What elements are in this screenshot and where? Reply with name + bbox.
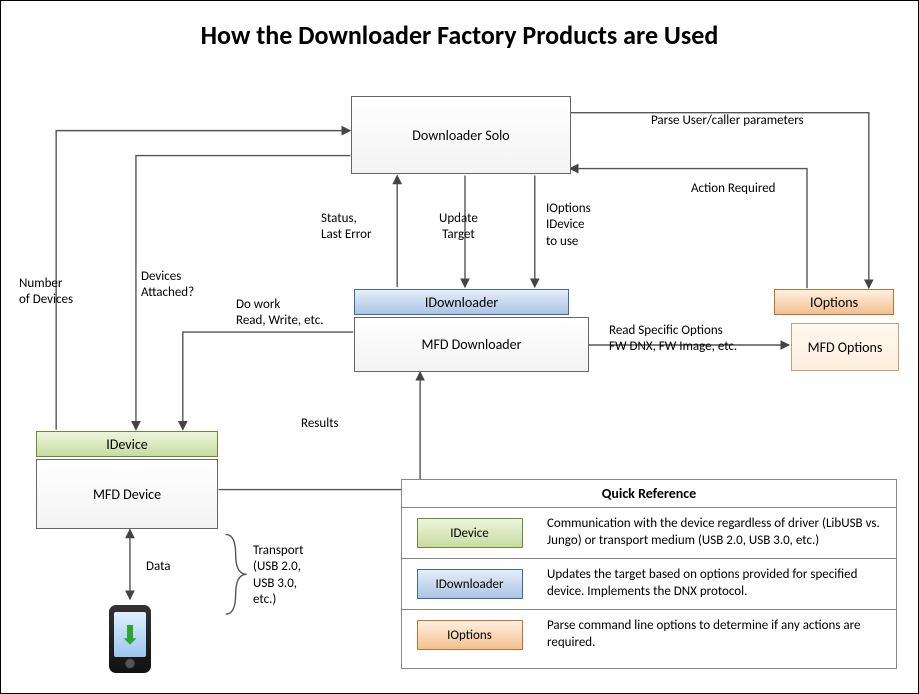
node-ioptions: IOptions <box>774 289 894 315</box>
label-action-required: Action Required <box>691 181 776 197</box>
diagram-page: How the Downloader Factory Products are … <box>0 0 919 694</box>
edge-number-of-devices <box>56 131 350 430</box>
edge-parse-user-caller <box>570 113 869 288</box>
qr-desc-idevice: Communication with the device regardless… <box>537 508 896 558</box>
label-parse-user-caller: Parse User/caller parameters <box>651 113 804 129</box>
qr-desc-idownloader: Updates the target based on options prov… <box>537 559 896 609</box>
label-status-last-error: Status, Last Error <box>321 211 372 244</box>
qr-chip-idevice: IDevice <box>417 518 523 548</box>
quick-reference-panel: Quick Reference IDevice Communication wi… <box>401 479 897 669</box>
quick-reference-row: IDevice Communication with the device re… <box>402 507 896 558</box>
label-data: Data <box>146 559 171 575</box>
transport-brace <box>226 534 247 614</box>
qr-desc-ioptions: Parse command line options to determine … <box>537 610 896 660</box>
quick-reference-title: Quick Reference <box>402 480 896 507</box>
quick-reference-row: IDownloader Updates the target based on … <box>402 558 896 609</box>
label-update-target: Update Target <box>439 211 478 244</box>
label-read-specific-options: Read Specific Options FW DNX, FW Image, … <box>609 323 737 356</box>
label-ioptions-idevice: IOptions IDevice to use <box>546 201 591 250</box>
quick-reference-row: IOptions Parse command line options to d… <box>402 609 896 660</box>
label-number-of-devices: Number of Devices <box>19 276 73 309</box>
node-mfd-options: MFD Options <box>791 323 899 371</box>
node-downloader-solo: Downloader Solo <box>351 96 571 174</box>
label-do-work: Do work Read, Write, etc. <box>236 297 323 330</box>
label-devices-attached: Devices Attached? <box>141 269 194 302</box>
node-idevice: IDevice <box>36 431 218 457</box>
node-mfd-downloader: MFD Downloader <box>354 317 589 372</box>
node-idownloader: IDownloader <box>354 289 569 315</box>
label-results: Results <box>301 416 339 432</box>
qr-chip-idownloader: IDownloader <box>417 569 523 599</box>
phone-icon: ⬇ <box>109 605 151 673</box>
node-mfd-device: MFD Device <box>36 459 218 529</box>
qr-chip-ioptions: IOptions <box>417 620 523 650</box>
download-arrow-icon: ⬇ <box>119 622 141 648</box>
label-transport: Transport (USB 2.0, USB 3.0, etc.) <box>253 543 304 608</box>
